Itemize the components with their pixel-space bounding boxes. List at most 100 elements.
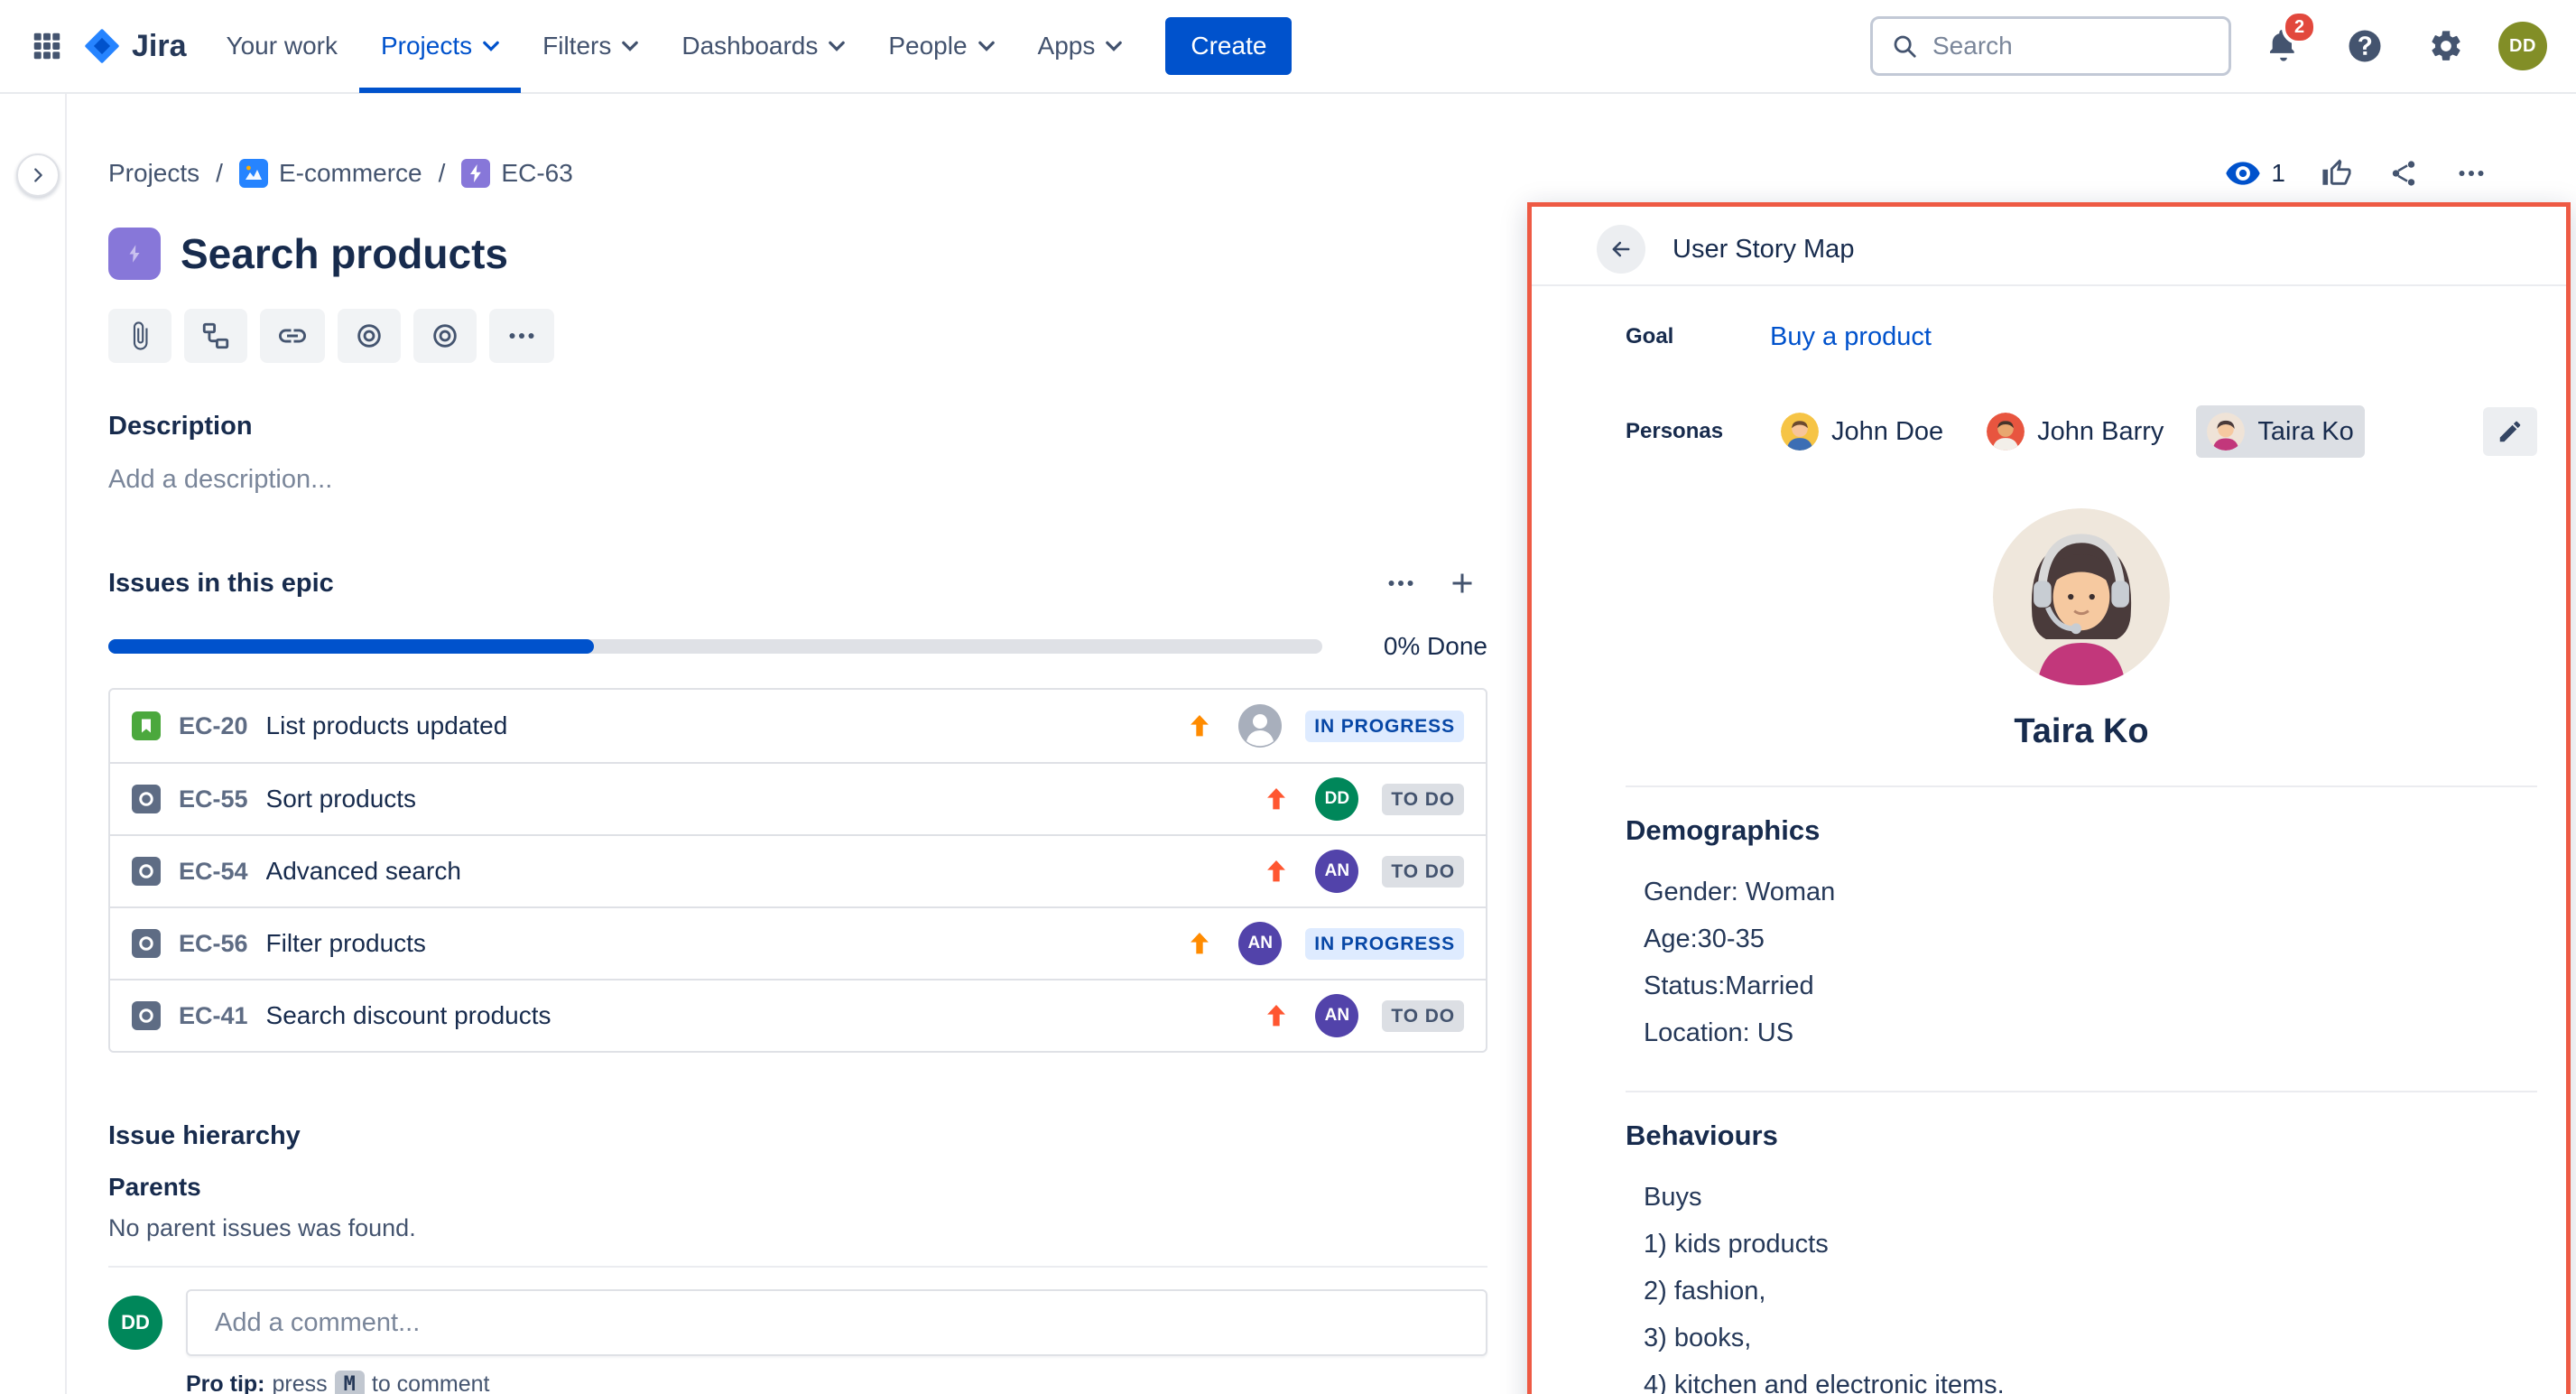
issue-row[interactable]: EC-54 Advanced search AN TO DO xyxy=(110,834,1486,906)
persona-chip-john-barry[interactable]: John Barry xyxy=(1976,405,2174,458)
add-child-issue-button[interactable] xyxy=(184,309,247,363)
add-issue-button[interactable] xyxy=(1437,560,1487,607)
breadcrumb-issue[interactable]: EC-63 xyxy=(461,159,572,188)
breadcrumb-issue-key[interactable]: EC-63 xyxy=(501,159,572,188)
behaviour-item: 2) fashion, xyxy=(1644,1268,2537,1315)
persona-profile: Taira Ko xyxy=(1626,508,2537,751)
search-input[interactable] xyxy=(1932,32,2210,60)
demographic-item: Gender: Woman xyxy=(1644,869,2537,915)
status-badge[interactable]: TO DO xyxy=(1382,784,1464,815)
assignee-avatar[interactable]: DD xyxy=(1315,777,1358,821)
issue-row[interactable]: EC-55 Sort products DD TO DO xyxy=(110,762,1486,834)
breadcrumb-projects[interactable]: Projects xyxy=(108,159,199,188)
more-actions-button[interactable] xyxy=(2442,150,2500,197)
share-button[interactable] xyxy=(2376,151,2432,196)
issue-summary-link[interactable]: Advanced search xyxy=(266,857,461,886)
issue-summary-link[interactable]: Filter products xyxy=(266,929,426,958)
panel-divider xyxy=(1626,785,2537,787)
demographic-item: Location: US xyxy=(1644,1009,2537,1056)
persona-chip-taira-ko[interactable]: Taira Ko xyxy=(2196,405,2364,458)
settings-button[interactable] xyxy=(2417,17,2475,75)
attach-button[interactable] xyxy=(108,309,171,363)
demographics-list: Gender: Woman Age:30-35 Status:Married L… xyxy=(1644,869,2537,1056)
progress-fill xyxy=(108,639,594,654)
issue-key-link[interactable]: EC-20 xyxy=(179,712,248,740)
breadcrumb-project[interactable]: E-commerce xyxy=(239,159,422,188)
ellipsis-icon xyxy=(1385,567,1417,599)
back-button[interactable] xyxy=(1597,225,1645,274)
behaviour-item: Buys xyxy=(1644,1174,2537,1221)
epic-color-icon xyxy=(108,228,161,280)
goal-label: Goal xyxy=(1626,324,1770,349)
hierarchy-heading: Issue hierarchy xyxy=(108,1121,1487,1151)
persona-chip-john-doe[interactable]: John Doe xyxy=(1770,405,1954,458)
issue-row[interactable]: EC-56 Filter products AN IN PROGRESS xyxy=(110,906,1486,979)
persona-chips: John Doe John Barry Taira xyxy=(1770,405,2365,458)
issue-type-icon xyxy=(132,1001,161,1030)
issue-summary-link[interactable]: Sort products xyxy=(266,785,417,813)
issue-actions: 1 xyxy=(2213,150,2500,197)
link-issue-button[interactable] xyxy=(260,309,325,363)
issue-list: EC-20 List products updated IN PROGRESS … xyxy=(108,688,1487,1053)
status-badge[interactable]: IN PROGRESS xyxy=(1305,711,1464,742)
status-badge[interactable]: TO DO xyxy=(1382,856,1464,888)
target-button[interactable] xyxy=(338,309,401,363)
chevron-down-icon xyxy=(483,41,499,51)
nav-item-apps[interactable]: Apps xyxy=(1016,0,1144,93)
comment-input[interactable]: Add a comment... xyxy=(186,1289,1487,1356)
issue-key-link[interactable]: EC-56 xyxy=(179,930,248,958)
priority-up-icon xyxy=(1184,928,1215,959)
assignee-avatar[interactable] xyxy=(1238,704,1282,748)
help-button[interactable] xyxy=(2336,17,2394,75)
like-button[interactable] xyxy=(2309,151,2365,196)
issue-hierarchy-section: Issue hierarchy Parents No parent issues… xyxy=(108,1121,1487,1242)
nav-item-people[interactable]: People xyxy=(866,0,1015,93)
nav-item-filters[interactable]: Filters xyxy=(521,0,660,93)
behaviours-heading: Behaviours xyxy=(1626,1120,2537,1152)
more-quick-actions-button[interactable] xyxy=(489,309,554,363)
nav-item-projects[interactable]: Projects xyxy=(359,0,521,93)
description-placeholder[interactable]: Add a description... xyxy=(108,465,1487,495)
issue-key-link[interactable]: EC-41 xyxy=(179,1002,248,1030)
progress-done-label: 0% Done xyxy=(1384,632,1487,661)
issue-key-link[interactable]: EC-55 xyxy=(179,785,248,813)
nav-item-your-work[interactable]: Your work xyxy=(205,0,359,93)
nav-right-cluster: 2 DD xyxy=(1870,16,2547,76)
epic-more-button[interactable] xyxy=(1376,560,1426,607)
comment-avatar: DD xyxy=(108,1296,162,1350)
assignee-avatar[interactable]: AN xyxy=(1315,850,1358,893)
issue-key-link[interactable]: EC-54 xyxy=(179,858,248,886)
user-avatar[interactable]: DD xyxy=(2498,22,2547,70)
issue-row[interactable]: EC-20 List products updated IN PROGRESS xyxy=(110,690,1486,762)
quick-actions xyxy=(108,309,1487,363)
issue-title: Search products xyxy=(181,229,508,278)
expand-sidebar-button[interactable] xyxy=(16,153,60,197)
edit-personas-button[interactable] xyxy=(2483,407,2537,456)
create-button[interactable]: Create xyxy=(1165,17,1292,75)
behaviour-item: 4) kitchen and electronic items. xyxy=(1644,1361,2537,1394)
persona-portrait xyxy=(1993,508,2170,685)
nav-item-dashboards[interactable]: Dashboards xyxy=(660,0,866,93)
assignee-avatar[interactable]: AN xyxy=(1238,922,1282,965)
breadcrumb-project-name[interactable]: E-commerce xyxy=(279,159,422,188)
top-nav: Jira Your work Projects Filters Dashboar… xyxy=(0,0,2576,94)
issue-summary-link[interactable]: List products updated xyxy=(266,711,508,740)
section-divider xyxy=(108,1266,1487,1268)
issue-row[interactable]: EC-41 Search discount products AN TO DO xyxy=(110,979,1486,1051)
watch-button[interactable]: 1 xyxy=(2213,152,2298,195)
status-badge[interactable]: TO DO xyxy=(1382,1000,1464,1032)
plus-icon xyxy=(1446,567,1478,599)
progress-track xyxy=(108,639,1322,654)
parents-label: Parents xyxy=(108,1173,1487,1202)
assignee-avatar[interactable]: AN xyxy=(1315,994,1358,1037)
status-badge[interactable]: IN PROGRESS xyxy=(1305,928,1464,960)
issue-type-icon xyxy=(132,929,161,958)
scope-button[interactable] xyxy=(413,309,477,363)
app-switcher-button[interactable] xyxy=(18,17,76,75)
goal-link[interactable]: Buy a product xyxy=(1770,322,1932,352)
keyboard-shortcut-m: M xyxy=(335,1371,365,1394)
jira-logo[interactable]: Jira xyxy=(76,27,205,65)
issue-summary-link[interactable]: Search discount products xyxy=(266,1001,551,1030)
paperclip-icon xyxy=(125,321,155,351)
story-icon xyxy=(132,711,161,740)
